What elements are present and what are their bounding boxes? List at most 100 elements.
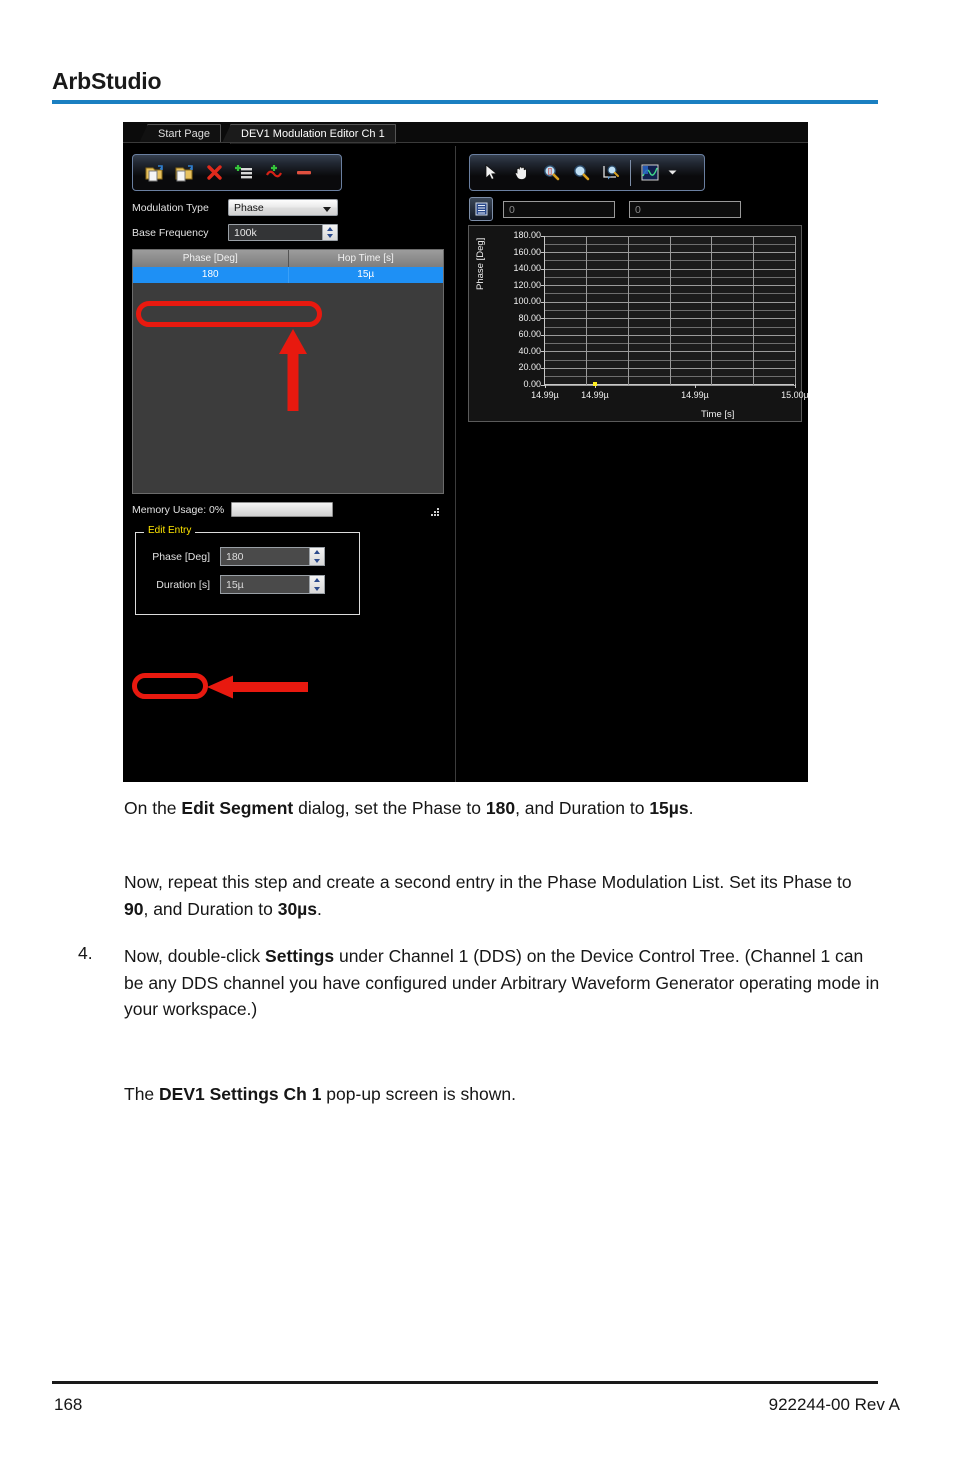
readout-x-value: 0 xyxy=(509,203,515,216)
p1-c: dialog, set the Phase to xyxy=(293,798,486,818)
x-axis-tick-label: 15.00µ xyxy=(781,390,808,400)
footer-page-number: 168 xyxy=(54,1395,83,1414)
remove-icon[interactable] xyxy=(289,159,319,187)
modulation-type-value: Phase xyxy=(234,202,264,214)
y-axis-tick-label: 60.00 xyxy=(518,329,541,340)
y-axis-tick-label: 0.00 xyxy=(523,379,541,389)
p2-b1: 90 xyxy=(124,898,144,919)
x-axis-tick-mark xyxy=(794,384,796,388)
column-header-hop-time: Hop Time [s] xyxy=(337,253,394,264)
y-axis-tick-mark xyxy=(541,268,545,270)
y-axis-tick-label: 20.00 xyxy=(518,362,541,373)
edit-entry-phase-row: Phase [Deg] 180 xyxy=(140,547,325,566)
graph-x-axis-label: Time [s] xyxy=(701,409,735,420)
x-axis-tick-mark xyxy=(694,384,696,388)
axis-fit-icon[interactable] xyxy=(596,159,626,187)
p2-d: . xyxy=(317,898,322,919)
table-row[interactable]: 180 15µ xyxy=(133,267,443,283)
gridline-vertical xyxy=(627,236,629,385)
y-axis-tick-label: 180.00 xyxy=(513,230,541,240)
delete-icon[interactable] xyxy=(199,159,229,187)
p1-e: . xyxy=(688,798,694,818)
modulation-type-row: Modulation Type Phase xyxy=(132,199,338,216)
pointer-icon[interactable] xyxy=(476,159,506,187)
edit-entry-phase-stepper[interactable] xyxy=(309,548,324,565)
cursor-readout-icon[interactable] xyxy=(469,197,493,221)
memory-usage: Memory Usage: 0% xyxy=(132,502,334,517)
pane-divider xyxy=(455,146,456,782)
toolbar-separator xyxy=(630,159,631,186)
y-axis-tick-mark xyxy=(541,235,545,237)
y-axis-tick-mark xyxy=(541,334,545,336)
tab-start-page-label: Start Page xyxy=(158,128,210,140)
p4-b1: DEV1 Settings Ch 1 xyxy=(159,1084,322,1104)
base-frequency-stepper[interactable] xyxy=(322,225,337,240)
paragraph-1: On the Edit Segment dialog, set the Phas… xyxy=(124,795,884,822)
chevron-down-icon[interactable] xyxy=(665,159,679,187)
graph-toolbar: [] xyxy=(469,154,705,191)
edit-entry-group: Edit Entry Phase [Deg] 180 Duration [s] … xyxy=(135,525,360,615)
edit-entry-duration-input[interactable]: 15µ xyxy=(220,575,325,594)
p3-a: Now, double-click xyxy=(124,946,266,966)
y-axis-tick-label: 100.00 xyxy=(513,296,541,307)
tab-start-page[interactable]: Start Page xyxy=(139,124,221,143)
edit-entry-phase-input[interactable]: 180 xyxy=(220,547,325,566)
step-number: 4. xyxy=(78,943,93,963)
edit-entry-duration-row: Duration [s] 15µ xyxy=(140,575,325,594)
p2-b2: 30µs xyxy=(277,898,317,919)
tab-modulation-editor-label: DEV1 Modulation Editor Ch 1 xyxy=(241,128,385,140)
p4-c: pop-up screen is shown. xyxy=(321,1084,516,1104)
edit-entry-phase-value: 180 xyxy=(226,551,244,563)
p2-a: Now, repeat this step and create a secon… xyxy=(124,872,852,892)
footer-document-id: 922244-00 Rev A xyxy=(768,1395,900,1414)
modulation-toolbar xyxy=(132,154,342,191)
graph-y-axis-label: Phase [Deg] xyxy=(475,237,486,290)
gridline-vertical xyxy=(669,236,671,385)
modulation-type-select[interactable]: Phase xyxy=(228,199,338,216)
edit-entry-duration-stepper[interactable] xyxy=(309,576,324,593)
modulation-type-label: Modulation Type xyxy=(132,201,209,214)
header-rule xyxy=(52,100,878,104)
phase-modulation-list[interactable]: Phase [Deg] Hop Time [s] 180 15µ xyxy=(132,249,444,494)
cell-phase: 180 xyxy=(133,267,289,283)
add-list-entry-icon[interactable] xyxy=(229,159,259,187)
x-axis-tick-label: 14.99µ xyxy=(581,390,609,400)
x-axis-tick-label: 14.99µ xyxy=(681,390,709,400)
y-axis-tick-mark xyxy=(541,351,545,353)
pan-hand-icon[interactable] xyxy=(506,159,536,187)
base-frequency-input[interactable]: 100k xyxy=(228,224,338,241)
graph-plot-area[interactable]: 0.00 20.00 40.00 60.00 80.00 100.00 120.00 140.… xyxy=(513,230,808,400)
y-axis-tick-mark xyxy=(541,252,545,254)
graph-style-icon[interactable] xyxy=(635,159,665,187)
save-file-icon[interactable] xyxy=(169,159,199,187)
y-axis-tick-label: 80.00 xyxy=(518,312,541,323)
edit-entry-duration-value: 15µ xyxy=(226,579,244,591)
zoom-icon[interactable] xyxy=(566,159,596,187)
memory-usage-label: Memory Usage: 0% xyxy=(132,503,225,516)
gridline-vertical xyxy=(586,236,588,385)
resize-grip-icon[interactable] xyxy=(431,508,441,518)
cursor-readout-row: 0 0 xyxy=(469,197,741,221)
tab-modulation-editor[interactable]: DEV1 Modulation Editor Ch 1 xyxy=(222,124,396,144)
page-header: ArbStudio xyxy=(52,68,882,95)
list-header-row: Phase [Deg] Hop Time [s] xyxy=(133,250,443,267)
readout-y-field[interactable]: 0 xyxy=(629,200,741,218)
base-frequency-row: Base Frequency 100k xyxy=(132,224,338,241)
open-file-icon[interactable] xyxy=(139,159,169,187)
modulation-list-pane: Modulation Type Phase Base Frequency 100… xyxy=(125,144,453,684)
chart-data-point xyxy=(593,382,597,386)
paragraph-4: The DEV1 Settings Ch 1 pop-up screen is … xyxy=(124,1081,884,1108)
readout-x-field[interactable]: 0 xyxy=(503,200,615,218)
add-waveform-icon[interactable] xyxy=(259,159,289,187)
y-axis-tick-label: 120.00 xyxy=(513,279,541,290)
edit-entry-duration-label: Duration [s] xyxy=(156,578,210,591)
memory-usage-bar xyxy=(231,502,334,517)
p1-b2: 180 xyxy=(485,798,516,818)
x-axis-tick-mark xyxy=(544,384,546,388)
phase-modulation-graph[interactable]: Phase [Deg] Time [s] 0.00 20.00 40.00 60.00… xyxy=(468,225,808,422)
zoom-box-icon[interactable]: [] xyxy=(536,159,566,187)
gridline-vertical xyxy=(794,236,796,385)
gridline-vertical xyxy=(711,236,713,385)
paragraph-3: Now, double-click Settings under Channel… xyxy=(124,943,884,1023)
p3-b1: Settings xyxy=(265,946,335,966)
